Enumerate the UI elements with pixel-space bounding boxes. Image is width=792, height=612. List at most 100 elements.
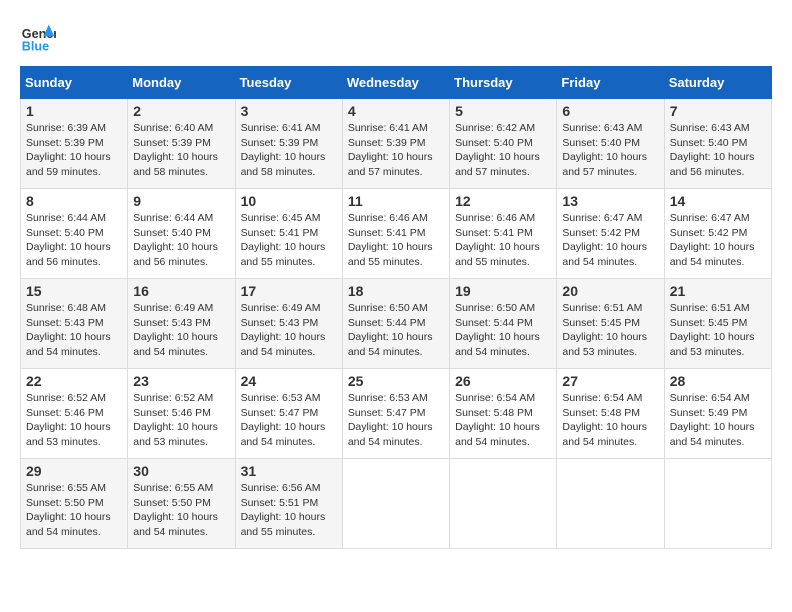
day-info-text: and 53 minutes. [133,435,229,450]
day-info-text: Sunset: 5:40 PM [26,226,122,241]
day-info-text: and 54 minutes. [348,435,444,450]
day-info-text: Daylight: 10 hours [455,330,551,345]
day-info-text: Sunset: 5:45 PM [562,316,658,331]
empty-cell [450,459,557,549]
day-info-text: Sunrise: 6:50 AM [455,301,551,316]
day-info-text: and 54 minutes. [455,345,551,360]
calendar-day-cell: 20Sunrise: 6:51 AMSunset: 5:45 PMDayligh… [557,279,664,369]
day-info-text: Daylight: 10 hours [26,510,122,525]
calendar-day-cell: 28Sunrise: 6:54 AMSunset: 5:49 PMDayligh… [664,369,771,459]
weekday-header-saturday: Saturday [664,67,771,99]
day-number: 4 [348,103,444,119]
day-number: 11 [348,193,444,209]
day-info-text: Sunrise: 6:47 AM [562,211,658,226]
day-info-text: and 54 minutes. [26,525,122,540]
calendar-day-cell: 2Sunrise: 6:40 AMSunset: 5:39 PMDaylight… [128,99,235,189]
day-info-text: Daylight: 10 hours [241,510,337,525]
calendar-day-cell: 7Sunrise: 6:43 AMSunset: 5:40 PMDaylight… [664,99,771,189]
calendar-week-row: 8Sunrise: 6:44 AMSunset: 5:40 PMDaylight… [21,189,772,279]
day-number: 10 [241,193,337,209]
day-info-text: Daylight: 10 hours [562,420,658,435]
weekday-header-friday: Friday [557,67,664,99]
calendar-day-cell: 21Sunrise: 6:51 AMSunset: 5:45 PMDayligh… [664,279,771,369]
day-info-text: Sunrise: 6:54 AM [562,391,658,406]
empty-cell [342,459,449,549]
day-info-text: Sunset: 5:40 PM [562,136,658,151]
calendar-day-cell: 24Sunrise: 6:53 AMSunset: 5:47 PMDayligh… [235,369,342,459]
day-info-text: and 57 minutes. [455,165,551,180]
day-info-text: Sunrise: 6:44 AM [133,211,229,226]
day-info-text: Sunrise: 6:41 AM [241,121,337,136]
weekday-header-thursday: Thursday [450,67,557,99]
day-info-text: Daylight: 10 hours [26,420,122,435]
day-info-text: and 54 minutes. [670,255,766,270]
day-info-text: Sunset: 5:46 PM [133,406,229,421]
day-info-text: Sunset: 5:48 PM [455,406,551,421]
day-number: 24 [241,373,337,389]
day-number: 14 [670,193,766,209]
day-info-text: Daylight: 10 hours [670,420,766,435]
day-info-text: Sunset: 5:46 PM [26,406,122,421]
day-info-text: Daylight: 10 hours [133,330,229,345]
svg-text:Blue: Blue [22,40,49,54]
day-number: 25 [348,373,444,389]
day-info-text: Sunrise: 6:54 AM [455,391,551,406]
day-info-text: Sunset: 5:39 PM [241,136,337,151]
day-info-text: Sunrise: 6:56 AM [241,481,337,496]
day-number: 8 [26,193,122,209]
calendar-day-cell: 23Sunrise: 6:52 AMSunset: 5:46 PMDayligh… [128,369,235,459]
day-info-text: Daylight: 10 hours [133,240,229,255]
day-info-text: Sunrise: 6:55 AM [133,481,229,496]
calendar-day-cell: 1Sunrise: 6:39 AMSunset: 5:39 PMDaylight… [21,99,128,189]
calendar-day-cell: 4Sunrise: 6:41 AMSunset: 5:39 PMDaylight… [342,99,449,189]
calendar-day-cell: 18Sunrise: 6:50 AMSunset: 5:44 PMDayligh… [342,279,449,369]
calendar-day-cell: 9Sunrise: 6:44 AMSunset: 5:40 PMDaylight… [128,189,235,279]
day-info-text: Sunrise: 6:52 AM [133,391,229,406]
day-info-text: Sunrise: 6:55 AM [26,481,122,496]
day-info-text: Daylight: 10 hours [133,420,229,435]
calendar-day-cell: 17Sunrise: 6:49 AMSunset: 5:43 PMDayligh… [235,279,342,369]
calendar-day-cell: 30Sunrise: 6:55 AMSunset: 5:50 PMDayligh… [128,459,235,549]
day-info-text: and 54 minutes. [133,345,229,360]
calendar-day-cell: 25Sunrise: 6:53 AMSunset: 5:47 PMDayligh… [342,369,449,459]
day-info-text: Sunset: 5:40 PM [455,136,551,151]
page-header: General Blue [20,20,772,56]
day-info-text: Daylight: 10 hours [670,240,766,255]
day-number: 7 [670,103,766,119]
day-info-text: Daylight: 10 hours [241,420,337,435]
day-info-text: Sunrise: 6:44 AM [26,211,122,226]
day-info-text: Sunset: 5:50 PM [133,496,229,511]
calendar-day-cell: 3Sunrise: 6:41 AMSunset: 5:39 PMDaylight… [235,99,342,189]
day-info-text: Daylight: 10 hours [670,330,766,345]
day-info-text: Sunrise: 6:50 AM [348,301,444,316]
calendar-day-cell: 5Sunrise: 6:42 AMSunset: 5:40 PMDaylight… [450,99,557,189]
calendar-day-cell: 13Sunrise: 6:47 AMSunset: 5:42 PMDayligh… [557,189,664,279]
day-info-text: Sunrise: 6:53 AM [348,391,444,406]
weekday-header-wednesday: Wednesday [342,67,449,99]
calendar-day-cell: 12Sunrise: 6:46 AMSunset: 5:41 PMDayligh… [450,189,557,279]
day-number: 20 [562,283,658,299]
day-info-text: and 56 minutes. [133,255,229,270]
calendar-week-row: 1Sunrise: 6:39 AMSunset: 5:39 PMDaylight… [21,99,772,189]
day-info-text: Sunrise: 6:43 AM [670,121,766,136]
day-info-text: Sunrise: 6:39 AM [26,121,122,136]
day-info-text: Sunrise: 6:53 AM [241,391,337,406]
day-number: 5 [455,103,551,119]
day-info-text: Daylight: 10 hours [562,330,658,345]
day-info-text: Sunset: 5:50 PM [26,496,122,511]
day-number: 19 [455,283,551,299]
day-info-text: Sunset: 5:45 PM [670,316,766,331]
day-number: 6 [562,103,658,119]
day-info-text: Sunrise: 6:43 AM [562,121,658,136]
day-number: 16 [133,283,229,299]
day-info-text: and 54 minutes. [26,345,122,360]
day-info-text: Sunset: 5:39 PM [133,136,229,151]
calendar-week-row: 29Sunrise: 6:55 AMSunset: 5:50 PMDayligh… [21,459,772,549]
day-info-text: Sunset: 5:48 PM [562,406,658,421]
day-info-text: Sunset: 5:42 PM [670,226,766,241]
calendar-day-cell: 15Sunrise: 6:48 AMSunset: 5:43 PMDayligh… [21,279,128,369]
day-number: 21 [670,283,766,299]
day-info-text: Sunset: 5:47 PM [348,406,444,421]
day-info-text: Daylight: 10 hours [562,240,658,255]
day-info-text: Sunset: 5:41 PM [455,226,551,241]
